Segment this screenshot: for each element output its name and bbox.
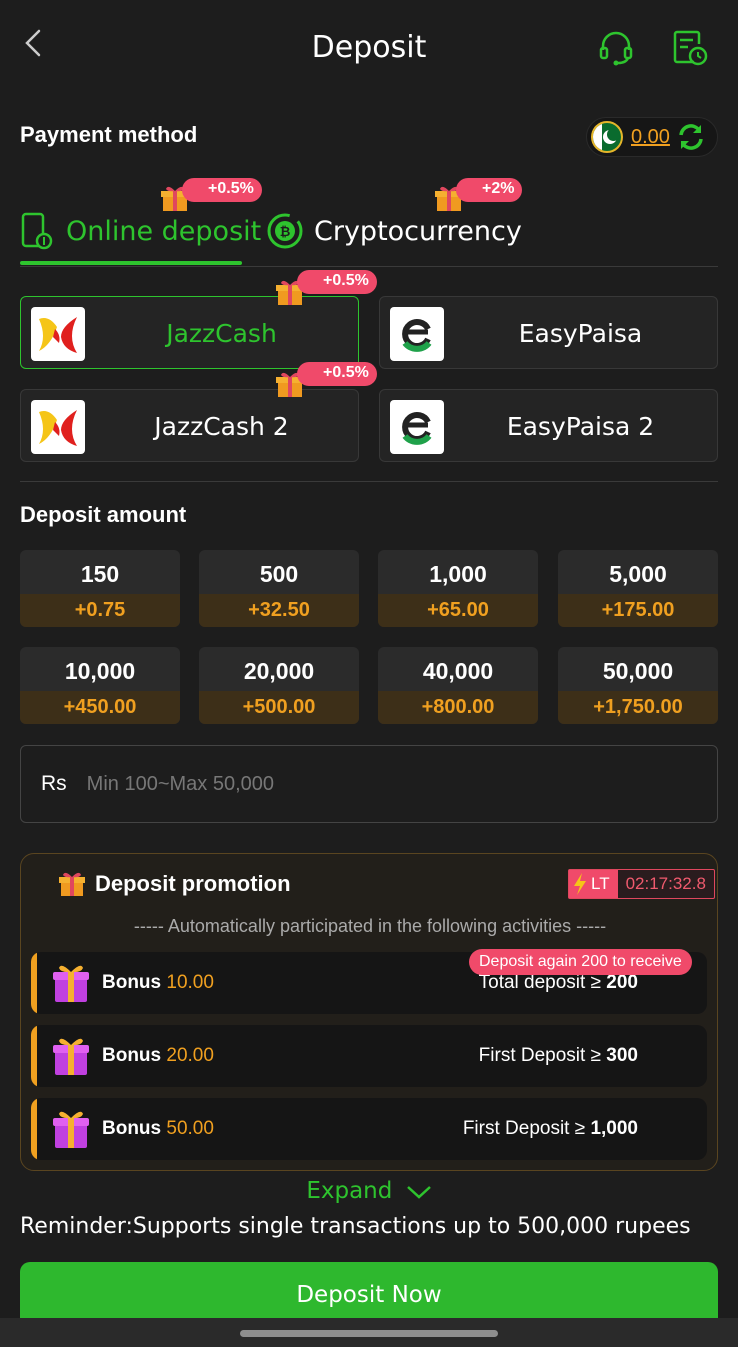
- amount-bonus: +65.00: [378, 594, 538, 627]
- amount-value: 150: [80, 561, 120, 587]
- activity-bonus: Bonus 20.00: [102, 1045, 214, 1066]
- expand-label: Expand: [306, 1178, 393, 1204]
- tab-bonus-badge: +0.5%: [182, 178, 262, 202]
- method-easypaisa[interactable]: EasyPaisa: [379, 296, 718, 369]
- activity-condition: Total deposit ≥ 200: [478, 972, 638, 993]
- tab-label: Online deposit: [66, 215, 262, 247]
- divider: [20, 481, 718, 482]
- bitcoin-icon: ₿: [267, 213, 303, 249]
- activity-accent-bar: [31, 952, 37, 1014]
- activity-bonus: Bonus 10.00: [102, 972, 214, 993]
- activity-accent-bar: [31, 1098, 37, 1160]
- method-label: JazzCash: [166, 319, 277, 348]
- header: Deposit: [0, 0, 738, 95]
- phone-icon: [21, 212, 53, 250]
- amount-option[interactable]: 150 +0.75: [20, 550, 180, 627]
- headset-icon[interactable]: [596, 28, 636, 68]
- activity-accent-bar: [31, 1025, 37, 1087]
- amount-option[interactable]: 5,000 +175.00: [558, 550, 718, 627]
- activity-item: Bonus 20.00 First Deposit ≥ 300: [31, 1025, 707, 1087]
- amount-bonus: +450.00: [20, 691, 180, 724]
- deposit-again-badge: Deposit again 200 to receive: [469, 949, 692, 975]
- amount-option[interactable]: 50,000 +1,750.00: [558, 647, 718, 724]
- method-label: EasyPaisa: [518, 319, 643, 348]
- activity-item: Bonus 50.00 First Deposit ≥ 1,000: [31, 1098, 707, 1160]
- amount-bonus: +175.00: [558, 594, 718, 627]
- payment-method-label: Payment method: [20, 122, 198, 147]
- tab-bonus-badge: +2%: [456, 178, 523, 202]
- limited-time-tag: LT: [569, 870, 618, 898]
- amount-input-box: Rs: [20, 745, 718, 823]
- expand-button[interactable]: Expand: [0, 1178, 738, 1204]
- tab-label: Cryptocurrency: [314, 215, 522, 247]
- countdown-timer: LT 02:17:32.8: [568, 869, 715, 899]
- promotion-title: Deposit promotion: [95, 871, 291, 896]
- balance-value: 0.00: [631, 125, 670, 148]
- easypaisa-logo: [390, 307, 444, 361]
- amount-value: 500: [259, 561, 299, 587]
- method-label: EasyPaisa 2: [506, 412, 655, 441]
- currency-label: Rs: [41, 772, 67, 795]
- method-label: JazzCash 2: [154, 412, 289, 441]
- activity-condition: First Deposit ≥ 1,000: [462, 1118, 638, 1139]
- tab-cryptocurrency[interactable]: ₿ Cryptocurrency: [266, 212, 522, 250]
- lightning-icon: [574, 873, 586, 895]
- amount-value: 50,000: [602, 658, 674, 684]
- amount-bonus: +1,750.00: [558, 691, 718, 724]
- amount-bonus: +32.50: [199, 594, 359, 627]
- amount-value: 20,000: [243, 658, 315, 684]
- payment-tabs: Online deposit ₿ Cryptocurrency +0.5% +2…: [20, 170, 718, 267]
- gift-box-icon: [53, 1111, 89, 1148]
- deposit-promotion-panel: Deposit promotion LT 02:17:32.8 ----- Au…: [20, 853, 718, 1171]
- balance-widget[interactable]: 0.00: [586, 117, 718, 157]
- system-nav-bar: [0, 1318, 738, 1347]
- timer-value: 02:17:32.8: [625, 874, 706, 893]
- tab-online-deposit[interactable]: Online deposit: [20, 212, 261, 250]
- amount-value: 1,000: [429, 561, 487, 587]
- amount-bonus: +0.75: [20, 594, 180, 627]
- pakistan-flag-icon: [591, 121, 623, 153]
- chevron-down-icon: [406, 1185, 431, 1199]
- home-indicator[interactable]: [240, 1330, 498, 1337]
- refresh-icon[interactable]: [676, 122, 706, 152]
- easypaisa-logo: [390, 400, 444, 454]
- method-easypaisa-2[interactable]: EasyPaisa 2: [379, 389, 718, 462]
- amount-option[interactable]: 10,000 +450.00: [20, 647, 180, 724]
- amount-option[interactable]: 500 +32.50: [199, 550, 359, 627]
- active-tab-indicator: [20, 261, 242, 265]
- gift-box-icon: [53, 1038, 89, 1075]
- activity-bonus: Bonus 50.00: [102, 1118, 214, 1139]
- amount-bonus: +800.00: [378, 691, 538, 724]
- method-bonus-badge: +0.5%: [297, 362, 377, 386]
- amount-value: 40,000: [422, 658, 494, 684]
- reminder-text: Reminder:Supports single transactions up…: [20, 1214, 691, 1239]
- jazzcash-logo: [31, 400, 85, 454]
- timer-tag-label: LT: [591, 874, 610, 893]
- amount-value: 5,000: [609, 561, 667, 587]
- amount-input[interactable]: [86, 772, 647, 796]
- activity-condition: First Deposit ≥ 300: [478, 1045, 638, 1066]
- jazzcash-logo: [31, 307, 85, 361]
- gift-box-icon: [53, 965, 89, 1002]
- amount-option[interactable]: 20,000 +500.00: [199, 647, 359, 724]
- amount-value: 10,000: [64, 658, 136, 684]
- method-bonus-badge: +0.5%: [297, 270, 377, 294]
- svg-text:₿: ₿: [280, 225, 291, 240]
- amount-option[interactable]: 40,000 +800.00: [378, 647, 538, 724]
- method-jazzcash[interactable]: JazzCash: [20, 296, 359, 369]
- method-jazzcash-2[interactable]: JazzCash 2: [20, 389, 359, 462]
- promotion-subtitle: ----- Automatically participated in the …: [133, 916, 607, 936]
- deposit-amount-label: Deposit amount: [20, 502, 187, 527]
- amount-option[interactable]: 1,000 +65.00: [378, 550, 538, 627]
- document-clock-icon[interactable]: [670, 28, 710, 68]
- amount-bonus: +500.00: [199, 691, 359, 724]
- gift-icon: [59, 872, 85, 896]
